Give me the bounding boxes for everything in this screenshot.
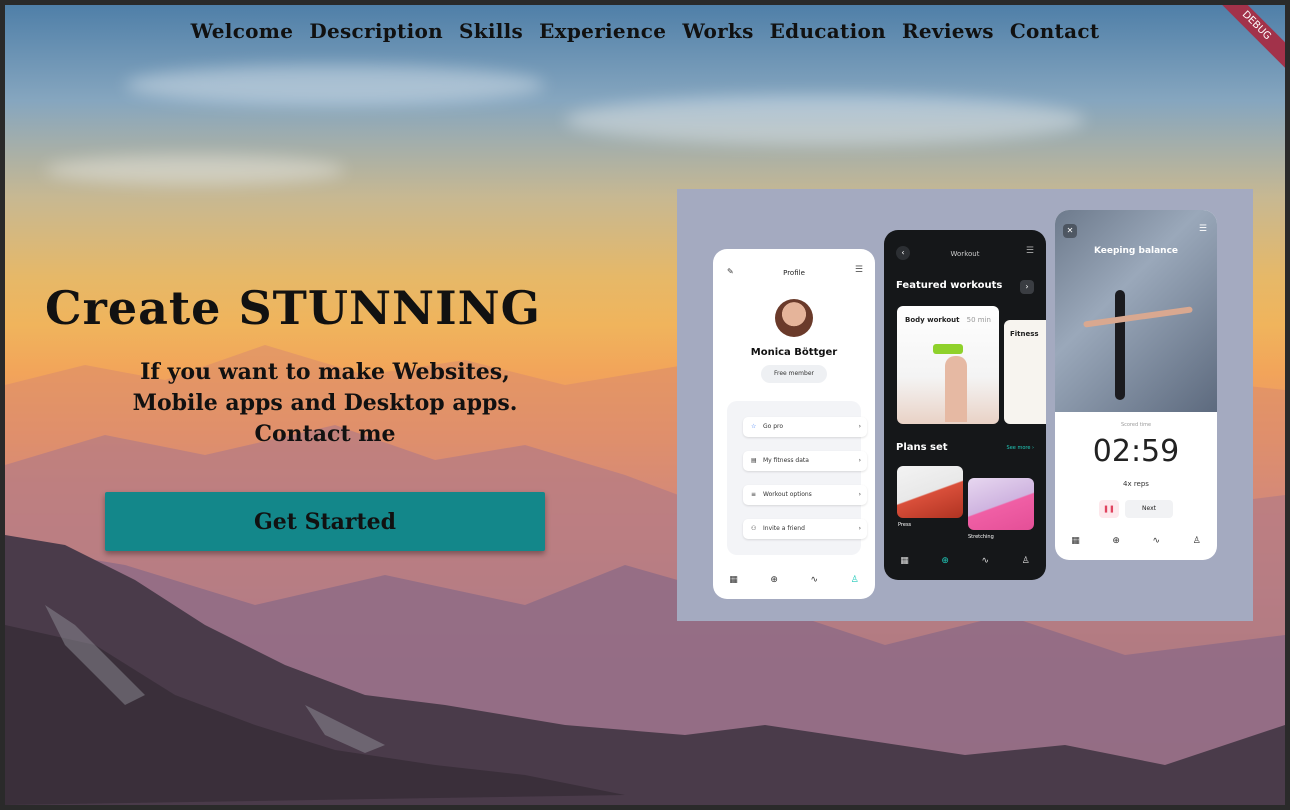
user-icon: ♙	[850, 575, 859, 585]
body-workout-card: Body workout 50 min	[897, 306, 999, 424]
nav-works[interactable]: Works	[682, 19, 753, 43]
reps-count: 4x reps	[1123, 480, 1149, 488]
activity-icon: ∿	[1152, 536, 1161, 546]
nav-contact[interactable]: Contact	[1010, 19, 1100, 43]
nav-skills[interactable]: Skills	[459, 19, 523, 43]
nav-reviews[interactable]: Reviews	[902, 19, 994, 43]
menu-item-invite-friend: ⚇ Invite a friend ›	[743, 519, 867, 539]
dumbbell-icon: ⊕	[1112, 536, 1120, 546]
figure-shape	[1115, 290, 1125, 400]
menu-item-label: Invite a friend	[763, 525, 805, 532]
timer-value: 02:59	[1092, 434, 1180, 469]
avatar	[775, 299, 813, 337]
add-user-icon: ⚇	[751, 525, 757, 532]
workout-tabbar: ▦ ⊕ ∿ ♙	[884, 556, 1046, 566]
arm-image	[945, 356, 967, 422]
top-navigation: Welcome Description Skills Experience Wo…	[5, 5, 1285, 57]
dumbbell-icon: ⊕	[941, 556, 949, 566]
workout-phone-mockup: ‹ Workout ☰ Featured workouts › Body wor…	[884, 230, 1046, 580]
featured-workouts-title: Featured workouts	[896, 280, 1003, 291]
menu-icon: ☰	[1198, 224, 1207, 234]
sliders-icon: ≡	[751, 491, 757, 498]
dumbbell-icon: ⊕	[770, 575, 778, 585]
menu-item-go-pro: ☆ Go pro ›	[743, 417, 867, 437]
nav-education[interactable]: Education	[770, 19, 886, 43]
see-more-link: See more ›	[1006, 445, 1034, 451]
profile-menu-card: ☆ Go pro › ▤ My fitness data › ≡ Workout opti…	[727, 401, 867, 555]
chevron-right-icon: ›	[858, 525, 861, 532]
card-duration: 50 min	[966, 316, 991, 324]
chevron-right-icon: ›	[858, 491, 861, 498]
chevron-right-icon: ›	[858, 457, 861, 464]
timer-phone-mockup: ✕ ☰ Keeping balance Scored time 02:59 4x…	[1055, 210, 1217, 560]
figure-arms	[1083, 306, 1193, 328]
scored-time-label: Scored time	[1120, 422, 1152, 428]
menu-icon: ☰	[854, 265, 863, 275]
hero-subtitle-line: If you want to make Websites,	[140, 359, 510, 385]
calendar-icon: ▦	[1071, 536, 1080, 546]
plans-set-title: Plans set	[896, 442, 948, 453]
user-icon: ♙	[1021, 556, 1030, 566]
card-title: Body workout	[905, 316, 960, 324]
yoga-pose-image: ✕ ☰ Keeping balance	[1055, 210, 1217, 412]
pause-icon: ❚❚	[1099, 500, 1119, 518]
get-started-button[interactable]: Get Started	[105, 492, 545, 551]
profile-header: Profile	[783, 269, 805, 277]
menu-icon: ☰	[1025, 246, 1034, 256]
hero-subtitle: If you want to make Websites, Mobile app…	[65, 357, 585, 450]
star-icon: ☆	[751, 423, 757, 430]
activity-icon: ∿	[981, 556, 990, 566]
chevron-right-icon: ›	[858, 423, 861, 430]
document-icon: ▤	[751, 457, 757, 464]
fitness-card: Fitness	[1004, 320, 1046, 424]
hero-subtitle-line: Contact me	[254, 421, 396, 447]
plan-label: Press	[898, 522, 912, 528]
profile-phone-mockup: ✎ Profile ☰ Monica Böttger Free member ☆…	[713, 249, 875, 599]
membership-badge: Free member	[761, 365, 827, 383]
menu-item-workout-options: ≡ Workout options ›	[743, 485, 867, 505]
user-icon: ♙	[1192, 536, 1201, 546]
app-showcase-image: ✎ Profile ☰ Monica Böttger Free member ☆…	[677, 189, 1253, 621]
nav-welcome[interactable]: Welcome	[191, 19, 294, 43]
plan-label: Stretching	[968, 534, 994, 540]
hero-subtitle-line: Mobile apps and Desktop apps.	[132, 390, 518, 416]
hero-title: Create STUNNING	[45, 281, 541, 335]
workout-header: Workout	[950, 250, 980, 258]
profile-tabbar: ▦ ⊕ ∿ ♙	[713, 575, 875, 585]
nav-experience[interactable]: Experience	[539, 19, 666, 43]
app-viewport: Welcome Description Skills Experience Wo…	[5, 5, 1285, 805]
nav-description[interactable]: Description	[309, 19, 443, 43]
exercise-title: Keeping balance	[1093, 246, 1179, 256]
card-title: Fitness	[1010, 330, 1039, 338]
stretching-image	[968, 478, 1034, 530]
activity-icon: ∿	[810, 575, 819, 585]
menu-item-fitness-data: ▤ My fitness data ›	[743, 451, 867, 471]
menu-item-label: My fitness data	[763, 457, 809, 464]
dumbbell-image	[933, 344, 963, 354]
menu-item-label: Go pro	[763, 423, 784, 430]
timer-tabbar: ▦ ⊕ ∿ ♙	[1055, 536, 1217, 546]
profile-name: Monica Böttger	[750, 347, 838, 358]
next-button: Next	[1125, 500, 1173, 518]
press-image	[897, 466, 963, 518]
calendar-icon: ▦	[729, 575, 738, 585]
menu-item-label: Workout options	[763, 491, 812, 498]
calendar-icon: ▦	[900, 556, 909, 566]
chevron-right-icon: ›	[1020, 280, 1034, 294]
close-icon: ✕	[1063, 224, 1077, 238]
